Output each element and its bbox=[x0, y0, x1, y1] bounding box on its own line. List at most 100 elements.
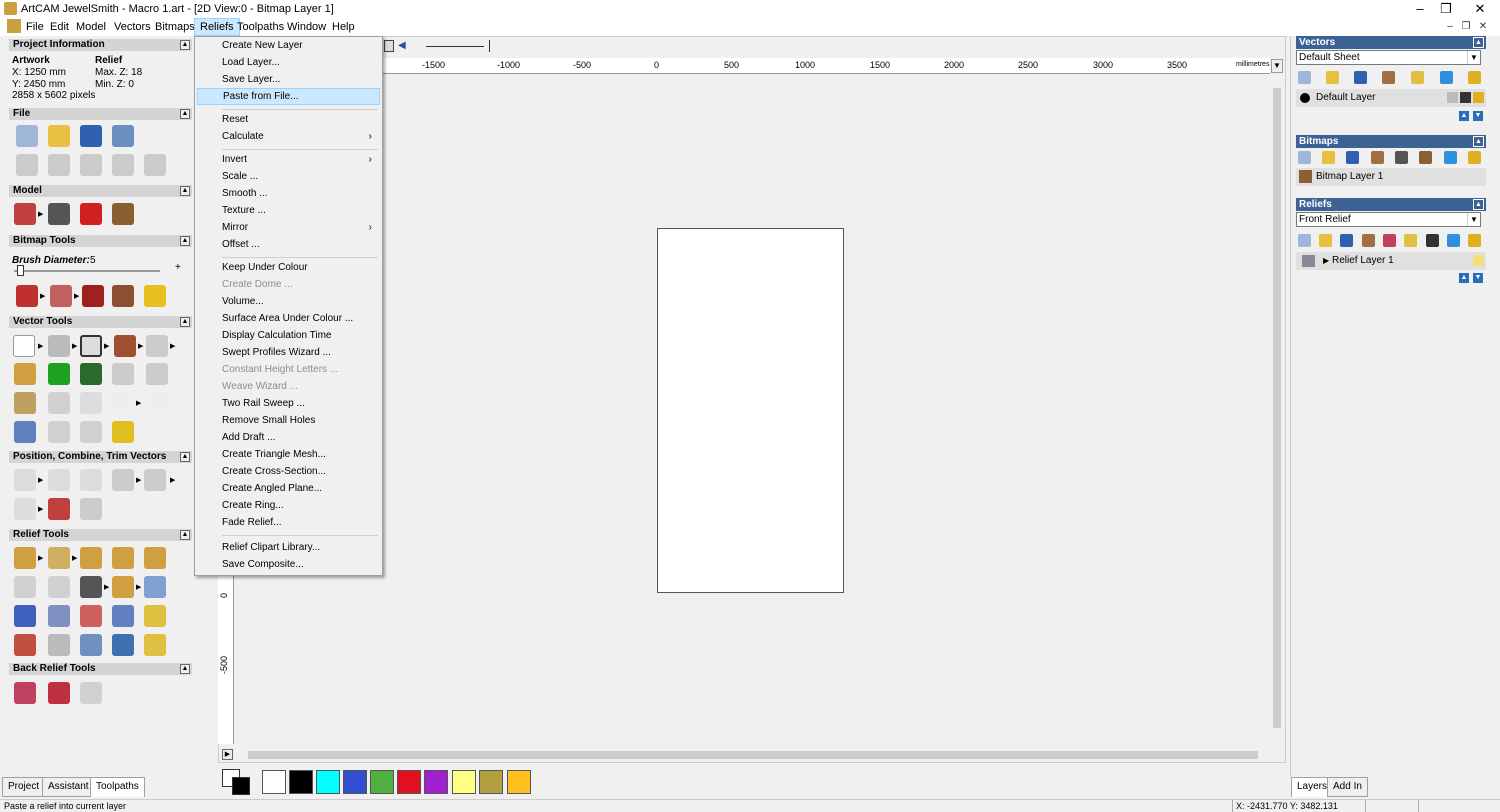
file-section-header[interactable]: File ▲ bbox=[9, 108, 192, 120]
zoom-slider-track[interactable] bbox=[426, 46, 484, 47]
spiral-icon[interactable] bbox=[80, 498, 102, 520]
vector-layer-tool-2-icon[interactable] bbox=[1411, 71, 1424, 84]
menu-window[interactable]: Window bbox=[282, 18, 331, 36]
vertical-scrollbar[interactable] bbox=[1270, 74, 1284, 754]
vector-node-icon[interactable] bbox=[14, 363, 36, 385]
dropdown-arrow-icon[interactable]: ▶ bbox=[136, 399, 141, 407]
collapse-icon[interactable]: ▲ bbox=[1473, 199, 1484, 210]
model-size-icon[interactable] bbox=[14, 203, 36, 225]
back-relief-tools-header[interactable]: Back Relief Tools ▲ bbox=[9, 663, 192, 675]
tab-toolpaths[interactable]: Toolpaths bbox=[90, 777, 145, 797]
menu-item-create-ring[interactable]: Create Ring... bbox=[197, 497, 380, 514]
spin-icon[interactable] bbox=[80, 547, 102, 569]
vector-layer-tool-icon[interactable] bbox=[1382, 71, 1395, 84]
vector-sheet-select[interactable]: Default Sheet ▼ bbox=[1296, 50, 1481, 65]
group-icon[interactable] bbox=[112, 469, 134, 491]
text-icon[interactable] bbox=[114, 335, 136, 357]
vector-border-icon[interactable] bbox=[112, 363, 134, 385]
bitmap-tool-2-icon[interactable] bbox=[1395, 151, 1408, 164]
select-arrow-icon[interactable] bbox=[13, 335, 35, 357]
menu-item-save-composite[interactable]: Save Composite... bbox=[197, 556, 380, 573]
menu-item-relief-clipart-library[interactable]: Relief Clipart Library... bbox=[197, 539, 380, 556]
close-icon[interactable]: ✕ bbox=[1464, 0, 1496, 18]
star-icon[interactable] bbox=[112, 421, 134, 443]
move-down-icon[interactable]: ▼ bbox=[1473, 273, 1483, 283]
scroll-corner-icon[interactable]: ▶ bbox=[222, 749, 233, 760]
vector-grid-icon[interactable] bbox=[48, 363, 70, 385]
menu-model[interactable]: Model bbox=[71, 18, 111, 36]
extrude-icon[interactable] bbox=[14, 421, 36, 443]
delete-bitmap-layer-icon[interactable] bbox=[1444, 151, 1457, 164]
open-bitmap-icon[interactable] bbox=[1322, 151, 1335, 164]
dropdown-arrow-icon[interactable]: ▶ bbox=[104, 342, 109, 350]
color-swatch[interactable] bbox=[289, 770, 313, 794]
save-icon[interactable] bbox=[80, 125, 102, 147]
menu-item-texture[interactable]: Texture ... bbox=[197, 202, 380, 219]
menu-item-fade-relief[interactable]: Fade Relief... bbox=[197, 514, 380, 531]
dropdown-arrow-icon[interactable]: ▶ bbox=[38, 505, 43, 513]
pen-icon[interactable] bbox=[1460, 92, 1471, 103]
save-vector-icon[interactable] bbox=[1354, 71, 1367, 84]
bitmap-tools-header[interactable]: Bitmap Tools ▲ bbox=[9, 235, 192, 247]
project-info-header[interactable]: Project Information ▲ bbox=[9, 39, 192, 51]
relief-s-icon[interactable] bbox=[14, 576, 36, 598]
bitmap-to-vector-icon[interactable] bbox=[144, 285, 166, 307]
paste-icon[interactable] bbox=[144, 154, 166, 176]
menu-item-scale[interactable]: Scale ... bbox=[197, 168, 380, 185]
sculpt-icon[interactable] bbox=[80, 576, 102, 598]
color-swatch[interactable] bbox=[479, 770, 503, 794]
dropdown-arrow-icon[interactable]: ▶ bbox=[170, 476, 175, 484]
document-icon[interactable] bbox=[7, 19, 21, 33]
save-as-icon[interactable] bbox=[112, 125, 134, 147]
new-model-icon[interactable] bbox=[16, 125, 38, 147]
extrude-relief-icon[interactable] bbox=[48, 547, 70, 569]
horizontal-scroll-thumb[interactable] bbox=[248, 751, 1258, 759]
node-edit-icon[interactable] bbox=[80, 392, 102, 414]
menu-item-volume[interactable]: Volume... bbox=[197, 293, 380, 310]
turn-icon[interactable] bbox=[112, 547, 134, 569]
brush-slider-track[interactable] bbox=[14, 270, 160, 272]
lock-icon[interactable] bbox=[1447, 92, 1458, 103]
menu-item-add-draft[interactable]: Add Draft ... bbox=[197, 429, 380, 446]
dropdown-arrow-icon[interactable]: ▶ bbox=[38, 210, 43, 218]
copy-icon[interactable] bbox=[112, 154, 134, 176]
open-vector-icon[interactable] bbox=[1326, 71, 1339, 84]
mdi-restore-icon[interactable]: ❐ bbox=[1459, 20, 1473, 34]
sweep-icon[interactable] bbox=[144, 547, 166, 569]
dropdown-arrow-icon[interactable]: ▶ bbox=[136, 476, 141, 484]
menu-item-create-triangle-mesh[interactable]: Create Triangle Mesh... bbox=[197, 446, 380, 463]
menu-item-mirror[interactable]: Mirror › bbox=[197, 219, 380, 236]
relief-blend-icon[interactable] bbox=[112, 605, 134, 627]
tab-add-in[interactable]: Add In bbox=[1327, 777, 1368, 797]
align-icon[interactable] bbox=[14, 469, 36, 491]
collapse-icon[interactable]: ▲ bbox=[180, 664, 190, 674]
dropdown-arrow-icon[interactable]: ▶ bbox=[40, 292, 45, 300]
texture-relief-icon[interactable] bbox=[48, 576, 70, 598]
offset-icon[interactable] bbox=[80, 421, 102, 443]
color-swatch[interactable] bbox=[424, 770, 448, 794]
collapse-icon[interactable]: ▲ bbox=[180, 186, 190, 196]
relief-globe-icon[interactable] bbox=[112, 634, 134, 656]
collapse-icon[interactable]: ▲ bbox=[180, 40, 190, 50]
open-folder-icon[interactable] bbox=[48, 125, 70, 147]
pen-icon[interactable] bbox=[16, 285, 38, 307]
dropdown-arrow-icon[interactable]: ▶ bbox=[104, 583, 109, 591]
transform-icon[interactable] bbox=[48, 335, 70, 357]
bitmap-tool-3-icon[interactable] bbox=[1419, 151, 1432, 164]
dropdown-arrow-icon[interactable]: ▶ bbox=[38, 476, 43, 484]
move-up-icon[interactable]: ▲ bbox=[1459, 273, 1469, 283]
model-section-header[interactable]: Model ▲ bbox=[9, 185, 192, 197]
redo-icon[interactable] bbox=[48, 154, 70, 176]
relief-tool-2-icon[interactable] bbox=[1383, 234, 1396, 247]
vector-layer-light-icon[interactable] bbox=[1468, 71, 1481, 84]
horizontal-scrollbar[interactable] bbox=[234, 748, 1270, 762]
curve-icon[interactable] bbox=[48, 421, 70, 443]
zoom-slider-handle[interactable] bbox=[489, 40, 490, 52]
nesting-icon[interactable] bbox=[80, 469, 102, 491]
dropdown-arrow-icon[interactable]: ▶ bbox=[138, 342, 143, 350]
relief-layer-row[interactable]: ▶ Relief Layer 1 bbox=[1296, 252, 1486, 270]
back-relief-1-icon[interactable] bbox=[14, 682, 36, 704]
menu-item-invert[interactable]: Invert › bbox=[197, 151, 380, 168]
relief-tool-3-icon[interactable] bbox=[1404, 234, 1417, 247]
menu-item-two-rail-sweep[interactable]: Two Rail Sweep ... bbox=[197, 395, 380, 412]
